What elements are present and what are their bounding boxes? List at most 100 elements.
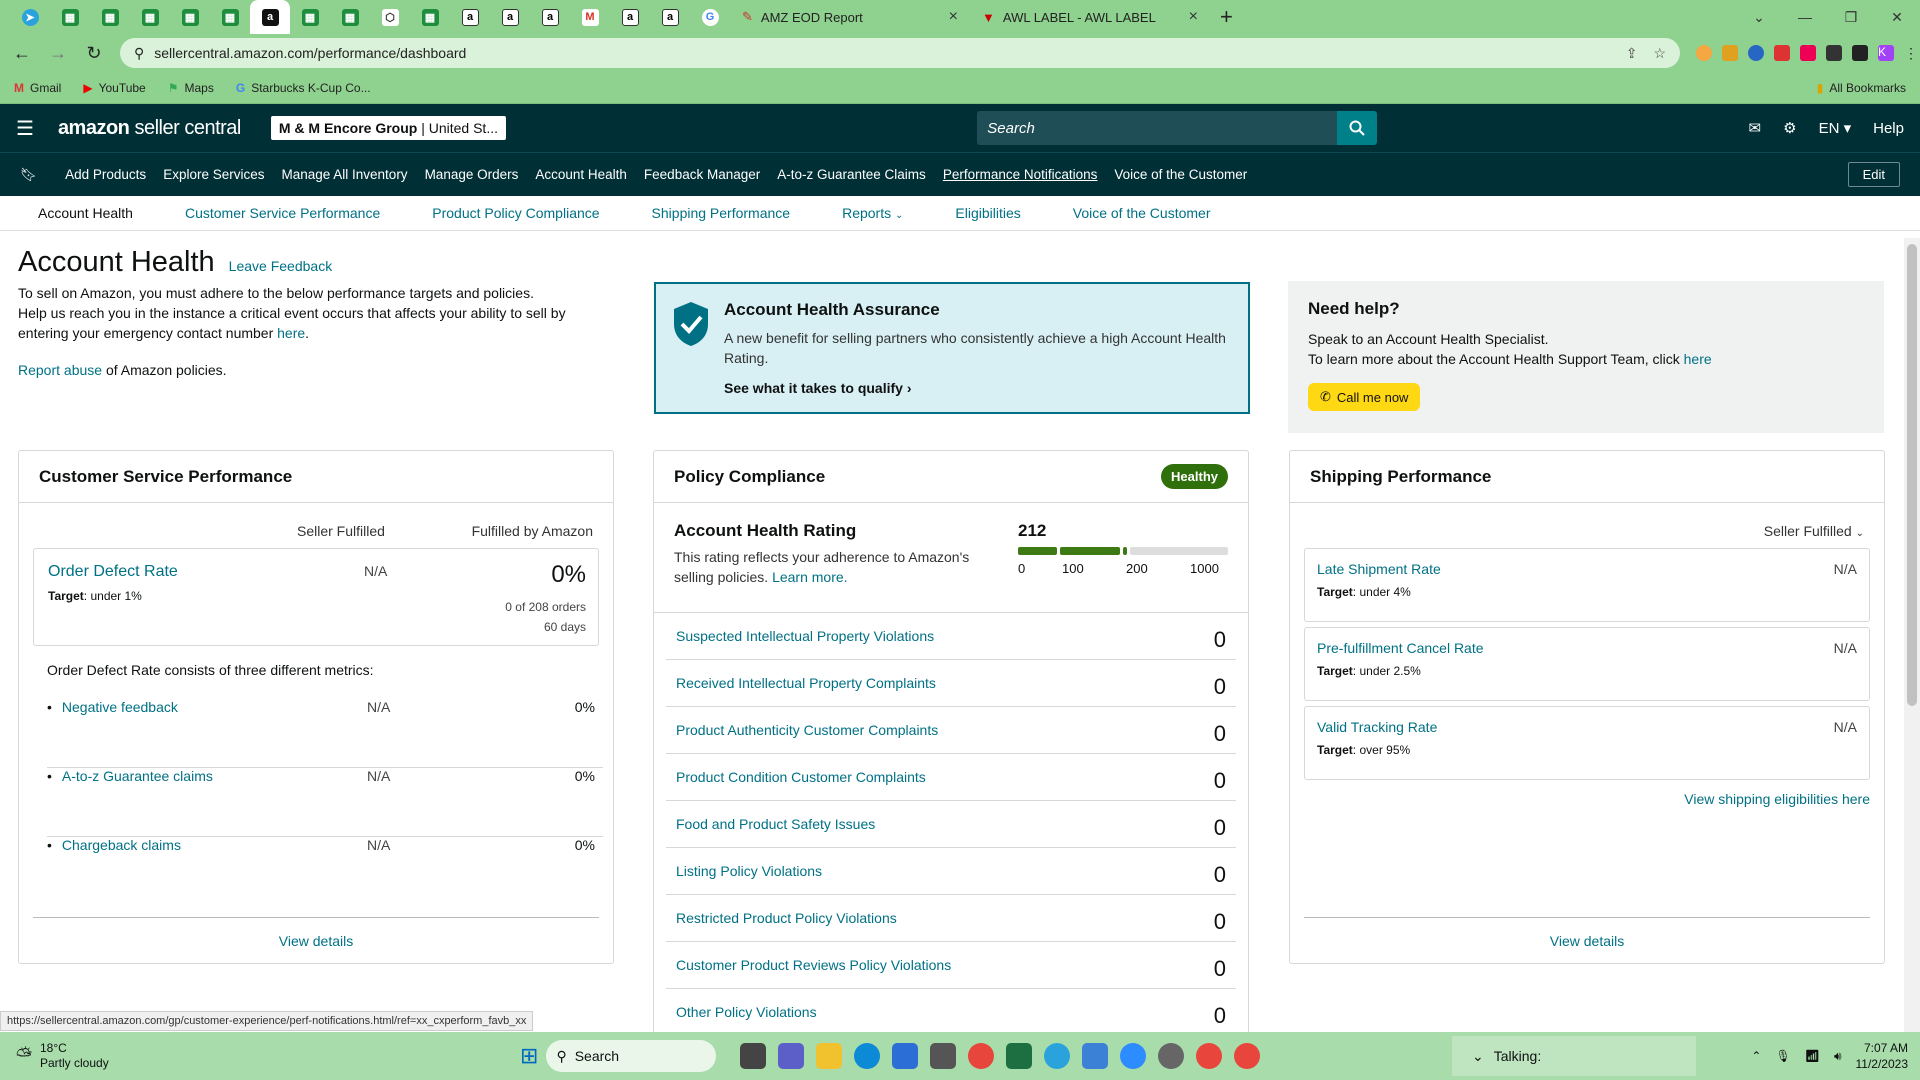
- policy-link[interactable]: Food and Product Safety Issues: [676, 816, 1214, 832]
- share-icon[interactable]: ⇪: [1626, 45, 1638, 62]
- nav-explore-services[interactable]: Explore Services: [163, 167, 264, 182]
- cancel-rate-link[interactable]: Pre-fulfillment Cancel Rate: [1317, 640, 1857, 656]
- store-icon[interactable]: [892, 1043, 919, 1069]
- emergency-contact-link[interactable]: here: [277, 325, 305, 341]
- nav-add-products[interactable]: Add Products: [65, 167, 146, 182]
- tab-sheet-4[interactable]: ▦: [170, 0, 210, 34]
- taskbar-search[interactable]: ⚲ Search: [546, 1040, 717, 1072]
- leave-feedback-link[interactable]: Leave Feedback: [229, 258, 333, 274]
- late-shipment-link[interactable]: Late Shipment Rate: [1317, 561, 1857, 577]
- file-explorer-icon[interactable]: [816, 1043, 843, 1069]
- speaker-icon[interactable]: 🔊︎: [1834, 1049, 1842, 1064]
- store-selector[interactable]: M & M Encore Group | United St...: [270, 116, 506, 140]
- policy-link[interactable]: Other Policy Violations: [676, 1004, 1214, 1020]
- close-icon[interactable]: ×: [949, 8, 958, 26]
- edge-icon[interactable]: [854, 1043, 881, 1069]
- tab-amazon-3[interactable]: a: [530, 0, 570, 34]
- tab-amazon-5[interactable]: a: [650, 0, 690, 34]
- mail-icon[interactable]: ✉: [1749, 119, 1762, 137]
- extension-icon[interactable]: [1748, 45, 1764, 61]
- bookmark-star-icon[interactable]: ☆: [1653, 45, 1666, 62]
- scrollbar-thumb[interactable]: [1907, 244, 1917, 706]
- edit-button[interactable]: Edit: [1847, 162, 1900, 187]
- clock[interactable]: 7:07 AM 11/2/2023: [1856, 1040, 1909, 1072]
- bookmark-starbucks[interactable]: G Starbucks K-Cup Co...: [236, 81, 371, 95]
- shipping-eligibilities-link[interactable]: View shipping eligibilities here: [1684, 791, 1870, 807]
- qualify-link[interactable]: See what it takes to qualify ›: [724, 380, 1228, 396]
- tab-amazon-1[interactable]: a: [450, 0, 490, 34]
- subnav-eligibilities[interactable]: Eligibilities: [955, 205, 1020, 221]
- tab-sheet-3[interactable]: ▦: [130, 0, 170, 34]
- forward-icon[interactable]: →: [48, 43, 68, 64]
- nav-voice-of-customer[interactable]: Voice of the Customer: [1114, 167, 1247, 182]
- excel-icon[interactable]: [1006, 1043, 1033, 1069]
- learn-more-link[interactable]: Learn more.: [772, 569, 847, 585]
- bookmark-gmail[interactable]: M Gmail: [14, 81, 61, 95]
- tab-sheet-7[interactable]: ▦: [330, 0, 370, 34]
- subnav-policy-compliance[interactable]: Product Policy Compliance: [432, 205, 599, 221]
- reload-icon[interactable]: ↻: [84, 43, 104, 64]
- teams-icon[interactable]: [778, 1043, 805, 1069]
- extension-icon[interactable]: [1722, 45, 1738, 61]
- order-defect-rate-link[interactable]: Order Defect Rate: [48, 563, 584, 581]
- call-me-now-button[interactable]: ✆ Call me now: [1308, 383, 1421, 411]
- subnav-voice-of-customer[interactable]: Voice of the Customer: [1073, 205, 1211, 221]
- policy-link[interactable]: Received Intellectual Property Complaint…: [676, 675, 1214, 691]
- minimize-icon[interactable]: —: [1782, 9, 1828, 25]
- support-team-link[interactable]: here: [1684, 351, 1712, 367]
- tab-google[interactable]: G: [690, 0, 730, 34]
- language-selector[interactable]: EN ▾: [1819, 119, 1852, 137]
- settings-icon[interactable]: [1158, 1043, 1185, 1069]
- help-link[interactable]: Help: [1873, 120, 1904, 137]
- extension-icon[interactable]: [1774, 45, 1790, 61]
- chrome-icon[interactable]: [1234, 1043, 1261, 1069]
- atoz-claims-link[interactable]: A-to-z Guarantee claims: [47, 768, 213, 784]
- chrome-icon[interactable]: [968, 1043, 995, 1069]
- policy-link[interactable]: Product Authenticity Customer Complaints: [676, 722, 1214, 738]
- talking-widget[interactable]: ⌄ Talking:: [1452, 1036, 1696, 1076]
- tab-gmail[interactable]: M: [570, 0, 610, 34]
- fulfillment-dropdown[interactable]: Seller Fulfilled ⌄: [1764, 523, 1864, 539]
- tab-awl-label[interactable]: ▼ AWL LABEL - AWL LABEL ×: [970, 0, 1210, 34]
- close-window-icon[interactable]: ✕: [1874, 9, 1920, 26]
- nav-account-health[interactable]: Account Health: [535, 167, 627, 182]
- calculator-icon[interactable]: [930, 1043, 957, 1069]
- subnav-account-health[interactable]: Account Health: [38, 205, 133, 221]
- tab-telegram[interactable]: ➤: [10, 0, 50, 34]
- tab-sheet-8[interactable]: ▦: [410, 0, 450, 34]
- nav-performance-notifications[interactable]: Performance Notifications: [943, 167, 1098, 182]
- nav-feedback-manager[interactable]: Feedback Manager: [644, 167, 760, 182]
- extension-icon[interactable]: [1800, 45, 1816, 61]
- bookmark-youtube[interactable]: ▶ YouTube: [83, 81, 145, 95]
- nav-atoz-claims[interactable]: A-to-z Guarantee Claims: [777, 167, 926, 182]
- seller-central-logo[interactable]: amazon seller central: [58, 117, 241, 140]
- menu-dots-icon[interactable]: ⋮: [1904, 45, 1918, 61]
- view-details-link[interactable]: View details: [1304, 917, 1870, 963]
- policy-link[interactable]: Product Condition Customer Complaints: [676, 769, 1214, 785]
- sidepanel-icon[interactable]: [1852, 45, 1868, 61]
- maximize-icon[interactable]: ❐: [1828, 9, 1874, 26]
- weather-widget[interactable]: ⛅︎ 18°C Partly cloudy: [0, 1041, 520, 1071]
- chevron-up-icon[interactable]: ⌃: [1751, 1049, 1761, 1063]
- tab-search-icon[interactable]: ⌄: [1736, 9, 1782, 26]
- tab-sheet-1[interactable]: ▦: [50, 0, 90, 34]
- subnav-shipping[interactable]: Shipping Performance: [652, 205, 791, 221]
- tab-sheet-6[interactable]: ▦: [290, 0, 330, 34]
- search-button[interactable]: [1337, 111, 1378, 145]
- all-bookmarks[interactable]: ▮ All Bookmarks: [1817, 81, 1906, 95]
- report-abuse-link[interactable]: Report abuse: [18, 362, 102, 378]
- zoom-icon[interactable]: [1120, 1043, 1147, 1069]
- profile-avatar[interactable]: K: [1878, 45, 1894, 61]
- close-icon[interactable]: ×: [1189, 8, 1198, 26]
- tab-box[interactable]: ⬡: [370, 0, 410, 34]
- subnav-reports[interactable]: Reports ⌄: [842, 205, 903, 221]
- windows-start-icon[interactable]: ⊞: [520, 1043, 538, 1069]
- page-scrollbar[interactable]: [1904, 238, 1920, 1038]
- gear-icon[interactable]: ⚙: [1783, 119, 1796, 137]
- subnav-customer-service[interactable]: Customer Service Performance: [185, 205, 380, 221]
- bookmark-maps[interactable]: ⚑ Maps: [168, 81, 214, 95]
- site-info-icon[interactable]: ⚲: [134, 45, 144, 62]
- nav-manage-inventory[interactable]: Manage All Inventory: [281, 167, 407, 182]
- nav-manage-orders[interactable]: Manage Orders: [425, 167, 519, 182]
- back-icon[interactable]: ←: [12, 43, 32, 64]
